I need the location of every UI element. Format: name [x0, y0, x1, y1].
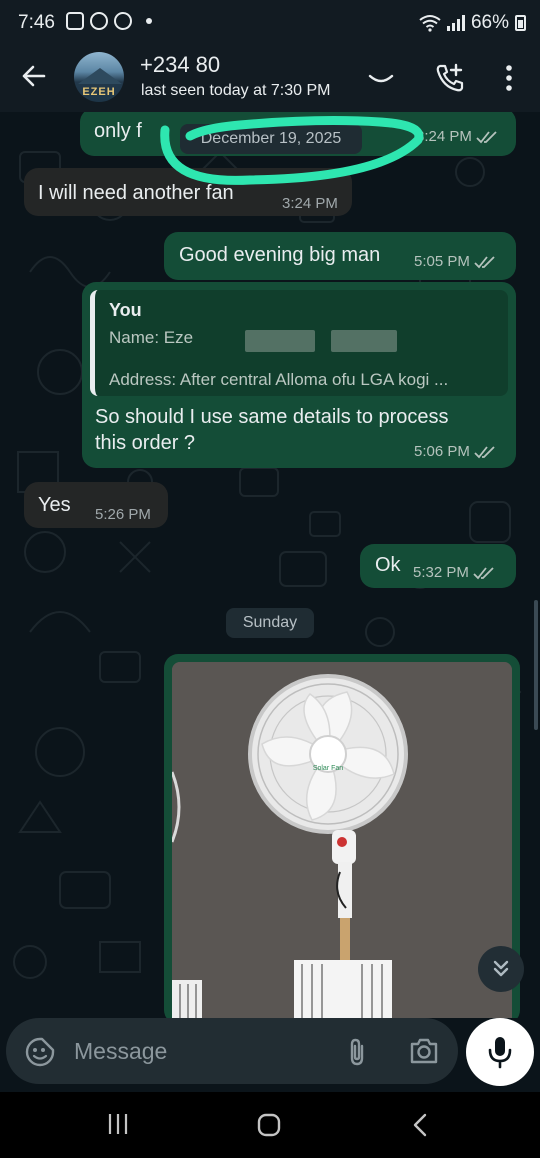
date-divider: December 19, 2025	[180, 124, 362, 154]
video-call-icon[interactable]	[368, 70, 394, 86]
contact-avatar[interactable]: EZEH	[74, 52, 124, 102]
message-composer[interactable]: Message	[6, 1018, 458, 1084]
message-text: I will need another fan	[38, 182, 234, 204]
message-bubble-outgoing-reply[interactable]: You Name: Eze Address: After central All…	[82, 282, 516, 468]
emoji-sticker-icon[interactable]	[24, 1036, 56, 1068]
battery-percent: 66%	[470, 12, 509, 33]
double-chevron-down-icon	[493, 960, 509, 977]
status-time: 7:46	[18, 12, 55, 33]
gallery-notification-icon	[66, 12, 84, 30]
last-seen-status: last seen today at 7:30 PM	[141, 82, 331, 99]
voice-message-button[interactable]	[466, 1018, 534, 1086]
message-bubble-outgoing[interactable]: Ok 5:32 PM	[360, 544, 516, 588]
add-call-icon[interactable]	[434, 62, 466, 94]
scrollbar-thumb[interactable]	[534, 600, 538, 730]
message-time: 5:32 PM	[413, 564, 469, 581]
quote-line-name: Name: Eze	[109, 328, 194, 347]
messenger-notification-icon	[114, 12, 132, 30]
chat-header: EZEH +234 80 last seen today at 7:30 PM	[0, 46, 540, 112]
message-meta: 5:05 PM	[414, 253, 496, 270]
more-notifications-icon	[146, 18, 152, 24]
back-nav-icon[interactable]	[410, 1112, 430, 1138]
battery-icon	[515, 15, 526, 31]
contact-name[interactable]: +234 80	[140, 52, 220, 78]
avatar-label: EZEH	[82, 86, 116, 98]
redaction-mark	[245, 330, 315, 352]
wifi-icon	[419, 15, 441, 32]
signal-icon	[446, 15, 465, 31]
message-bubble-incoming[interactable]: I will need another fan 3:24 PM	[24, 168, 352, 216]
message-meta: 3:24 PM	[416, 128, 498, 145]
message-text: Good evening big man	[179, 244, 381, 266]
back-arrow-icon[interactable]	[20, 62, 48, 90]
status-right: 66%	[419, 12, 526, 34]
whatsapp-notification-icon	[90, 12, 108, 30]
message-time: 3:24 PM	[416, 128, 472, 145]
notification-icons	[66, 12, 152, 30]
message-time: 5:06 PM	[414, 443, 470, 460]
read-ticks-icon	[474, 255, 495, 268]
attach-paperclip-icon[interactable]	[344, 1036, 370, 1068]
read-ticks-icon	[474, 445, 495, 458]
avatar-mountain-shape	[78, 68, 122, 84]
message-time: 5:26 PM	[95, 506, 151, 523]
more-options-icon[interactable]	[500, 64, 518, 92]
message-text-line: this order ?	[95, 432, 196, 454]
standing-fan-image: Solar Fan	[172, 662, 512, 1018]
read-ticks-icon	[473, 566, 494, 579]
day-divider: Sunday	[226, 608, 314, 638]
message-bubble-incoming[interactable]: Yes 5:26 PM	[24, 482, 168, 528]
fan-photo[interactable]: Solar Fan	[172, 662, 512, 1018]
message-meta: 5:32 PM	[413, 564, 495, 581]
quote-author: You	[109, 300, 142, 320]
message-text-line: So should I use same details to process	[95, 406, 449, 428]
home-icon[interactable]	[256, 1112, 282, 1138]
fan-brand-label: Solar Fan	[313, 765, 343, 772]
quoted-message[interactable]: You Name: Eze Address: After central All…	[90, 290, 508, 396]
message-input-placeholder[interactable]: Message	[74, 1038, 167, 1065]
chat-area[interactable]: only f 3:24 PM December 19, 2025 I will …	[0, 112, 540, 1018]
message-text: only f	[94, 120, 142, 142]
redaction-mark	[331, 330, 397, 352]
message-meta: 5:06 PM	[414, 443, 496, 460]
system-navigation-bar	[0, 1092, 540, 1158]
read-ticks-icon	[476, 130, 497, 143]
quote-line-address: Address: After central Alloma ofu LGA ko…	[109, 370, 449, 389]
message-text: Yes	[38, 494, 71, 516]
message-time: 5:05 PM	[414, 253, 470, 270]
recent-apps-icon[interactable]	[106, 1112, 130, 1136]
image-message-bubble[interactable]: Solar Fan	[164, 654, 520, 1018]
message-text: Ok	[375, 554, 401, 576]
camera-icon[interactable]	[408, 1036, 440, 1066]
microphone-icon	[488, 1037, 512, 1069]
status-bar: 7:46 66%	[0, 0, 540, 46]
scroll-to-bottom-button[interactable]	[478, 946, 524, 992]
message-time: 3:24 PM	[278, 195, 338, 212]
message-bubble-outgoing[interactable]: Good evening big man 5:05 PM	[164, 232, 516, 280]
